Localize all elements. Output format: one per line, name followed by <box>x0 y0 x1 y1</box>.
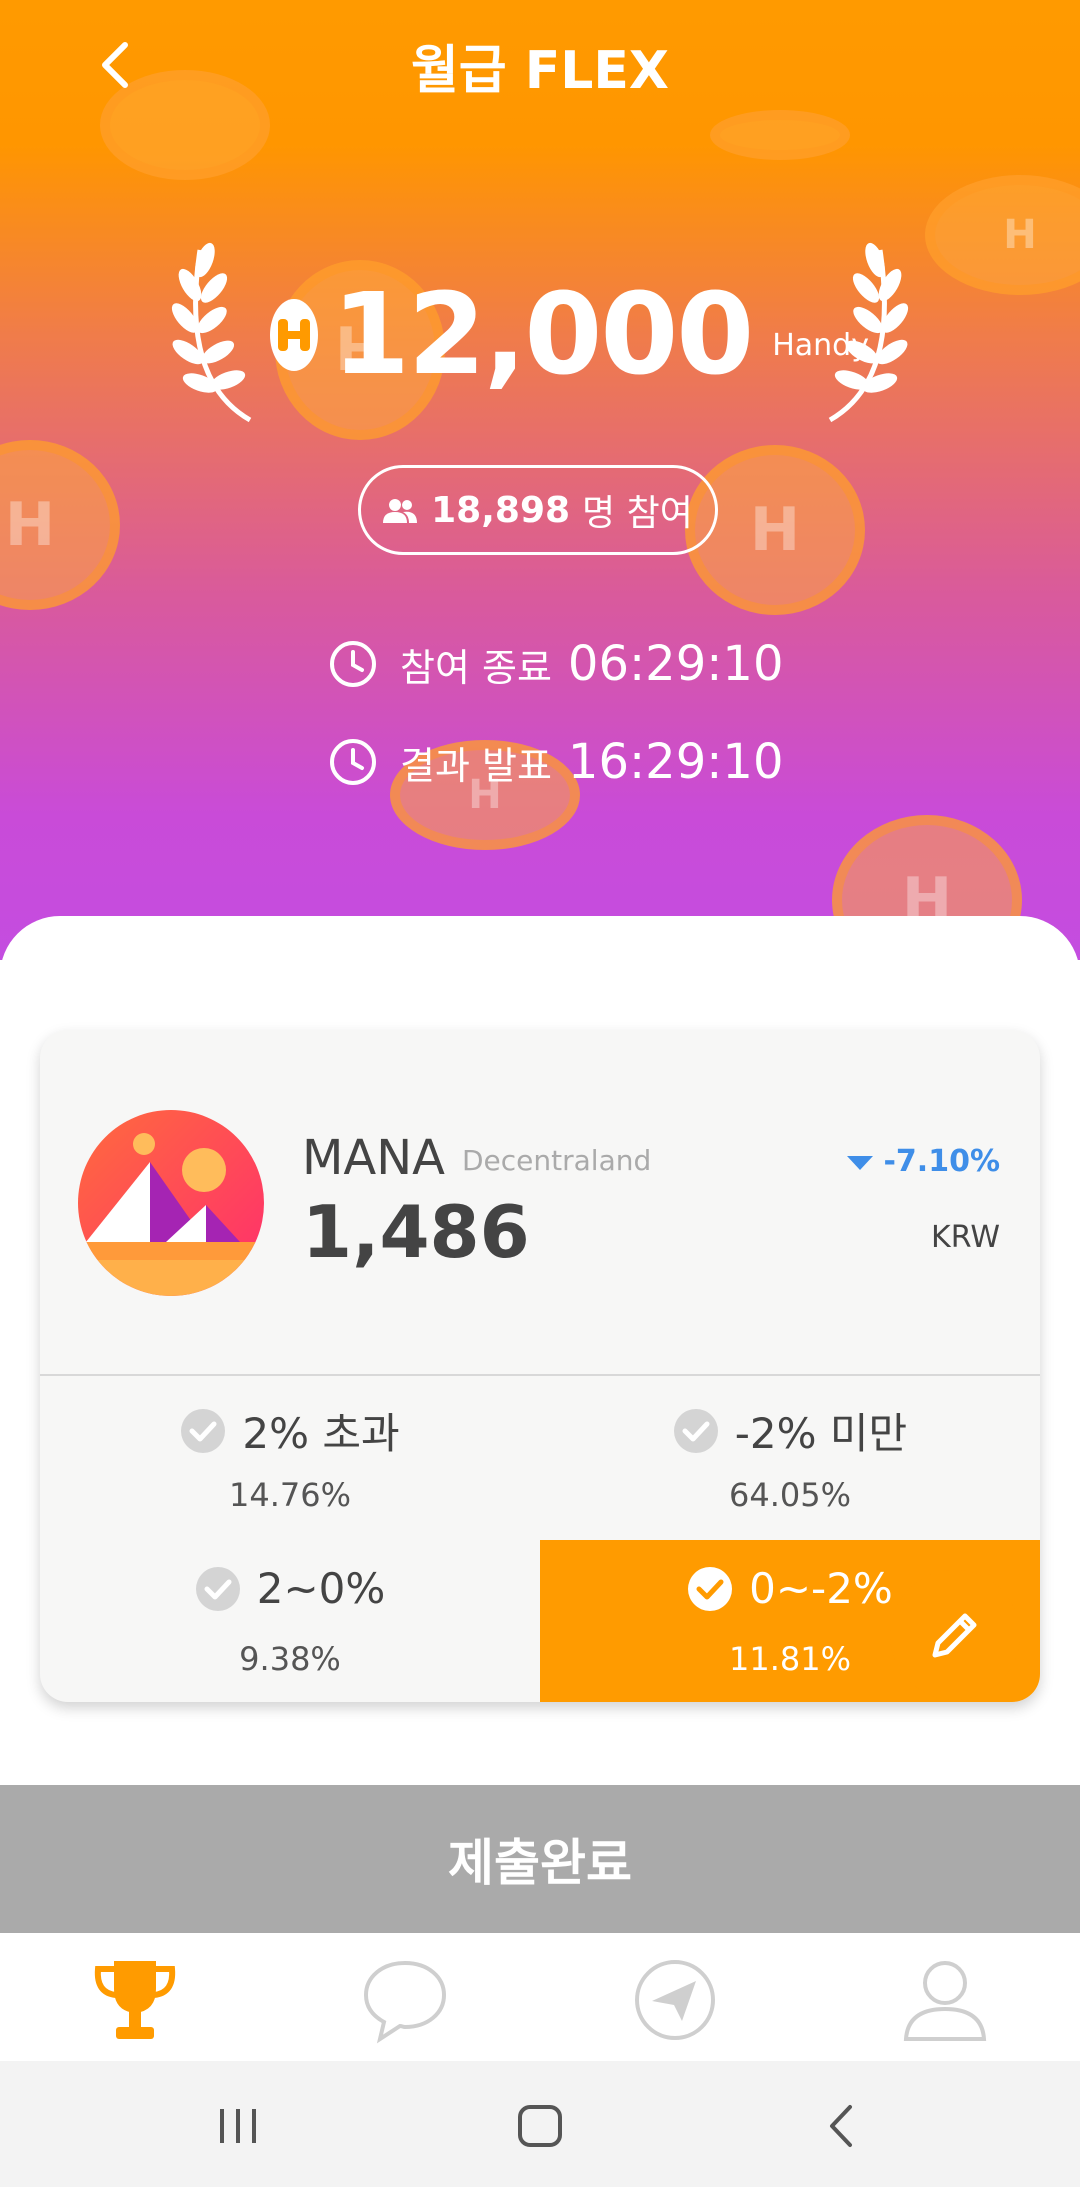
check-circle-icon <box>195 1566 240 1611</box>
option-percent: 64.05% <box>728 1476 851 1514</box>
check-circle-icon <box>673 1408 718 1453</box>
option-row: -2% 미만 <box>540 1400 1040 1461</box>
background-coin-icon: H <box>925 175 1080 295</box>
prediction-card: MANA Decentraland 1,486 -7.10% KRW 2% 초과… <box>40 1030 1040 1702</box>
coin-symbol: MANA <box>302 1130 445 1186</box>
bottom-tab-bar <box>0 1933 1080 2061</box>
option-over-2[interactable]: 2% 초과 14.76% <box>40 1376 540 1540</box>
home-icon <box>518 2105 562 2147</box>
coin-price: 1,486 <box>302 1190 530 1274</box>
tab-chat[interactable] <box>360 1955 450 2045</box>
chat-bubble-icon <box>363 1960 447 2044</box>
system-nav-bar <box>0 2061 1080 2187</box>
participants-count: 18,898 <box>431 489 571 531</box>
laurel-left-icon <box>171 242 252 423</box>
home-button[interactable] <box>510 2101 570 2151</box>
top-bar: 월급 FLEX <box>0 0 1080 130</box>
option-row: 2% 초과 <box>40 1400 540 1461</box>
option-under-minus-2[interactable]: -2% 미만 64.05% <box>540 1376 1040 1540</box>
user-icon <box>903 1961 987 2041</box>
timer-value: 16:29:10 <box>567 734 784 790</box>
clock-icon <box>330 641 376 687</box>
check-circle-icon <box>688 1566 733 1611</box>
system-back-button[interactable] <box>812 2101 872 2151</box>
trophy-icon <box>94 1961 176 2039</box>
background-coin-icon: H <box>0 440 120 610</box>
prize-amount-row: 12,000 Handy <box>270 270 869 400</box>
option-label: -2% 미만 <box>734 1409 908 1458</box>
chevron-left-icon <box>830 2105 852 2147</box>
participants-badge: 18,898 명 참여 <box>358 465 718 555</box>
currency-label: KRW <box>931 1220 1000 1255</box>
entry-close-timer: 참여 종료 06:29:10 <box>328 634 784 694</box>
result-announce-timer: 결과 발표 16:29:10 <box>328 732 784 792</box>
option-2-to-0[interactable]: 2~0% 9.38% <box>40 1540 540 1702</box>
clock-icon <box>330 739 376 785</box>
coin-name: Decentraland <box>462 1144 652 1177</box>
page-title: 월급 FLEX <box>410 41 670 101</box>
prize-amount: 12,000 <box>332 270 754 400</box>
option-label: 2~0% <box>256 1564 386 1613</box>
option-row: 2~0% <box>40 1564 540 1613</box>
tab-send[interactable] <box>630 1955 720 2045</box>
price-change-value: -7.10% <box>883 1144 1000 1179</box>
edit-button[interactable] <box>890 1570 1020 1700</box>
people-icon <box>383 499 418 523</box>
recent-apps-icon <box>220 2109 256 2143</box>
option-label: 2% 초과 <box>242 1409 400 1458</box>
decentraland-logo-icon <box>78 1110 264 1296</box>
recent-apps-button[interactable] <box>208 2101 268 2151</box>
option-percent: 14.76% <box>228 1476 351 1514</box>
tab-profile[interactable] <box>900 1955 990 2045</box>
hero-banner: H H H H H H 월급 FLEX 12,000 Handy 18,898 … <box>0 0 1080 960</box>
paper-plane-icon <box>635 1960 715 2040</box>
pencil-icon <box>932 1613 977 1658</box>
check-circle-icon <box>181 1408 226 1453</box>
prize-unit: Handy <box>772 327 869 363</box>
timer-label: 결과 발표 <box>400 743 552 788</box>
timer-value: 06:29:10 <box>567 636 784 692</box>
price-change: -7.10% <box>847 1144 1000 1179</box>
tab-trophy[interactable] <box>90 1955 180 2045</box>
option-label: 0~-2% <box>749 1564 893 1613</box>
participants-label: 명 참여 <box>582 493 693 534</box>
handy-coin-icon <box>270 299 318 371</box>
triangle-down-icon <box>847 1155 874 1170</box>
option-percent: 9.38% <box>239 1640 341 1678</box>
timer-label: 참여 종료 <box>400 645 552 690</box>
submit-complete-button[interactable]: 제출완료 <box>0 1785 1080 1933</box>
